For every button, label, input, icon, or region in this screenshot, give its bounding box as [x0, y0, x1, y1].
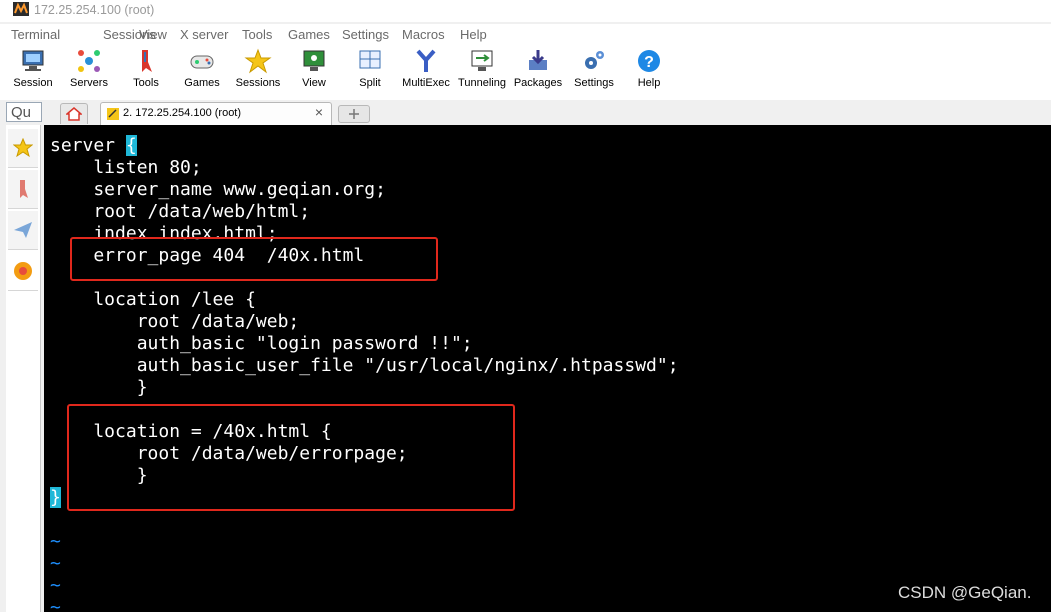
toolbar-help-button[interactable]: ? Help	[626, 48, 672, 89]
main-toolbar: Session Servers Tools Games Sessions Vie…	[0, 44, 1051, 100]
annotation-box-error-page	[70, 237, 438, 281]
toolbar-view-button[interactable]: View	[291, 48, 337, 89]
toolbar-multiexec-button[interactable]: MultiExec	[400, 48, 452, 89]
terminal-line: }	[50, 377, 148, 398]
home-icon	[66, 107, 82, 121]
sidebar-sessions-button[interactable]	[8, 129, 38, 168]
menu-bar: Terminal Sessions View X server Tools Ga…	[0, 24, 1051, 44]
star-icon	[13, 138, 33, 158]
terminal-line: root /data/web/html;	[50, 201, 311, 222]
left-sidebar	[6, 125, 41, 612]
empty-line-marker: ~	[50, 597, 61, 612]
terminal-output[interactable]: server { listen 80; server_name www.geqi…	[44, 125, 1051, 612]
toolbar-servers-button[interactable]: Servers	[66, 48, 112, 89]
terminal-line: server_name www.geqian.org;	[50, 179, 386, 200]
tab-strip: 2. 172.25.254.100 (root) ×	[0, 100, 1051, 125]
servers-icon	[78, 50, 100, 72]
empty-line-marker: ~	[50, 553, 61, 574]
gear-icon	[585, 51, 604, 69]
toolbar-games-button[interactable]: Games	[179, 48, 225, 89]
terminal-line: server {	[50, 135, 137, 156]
new-tab-button[interactable]	[338, 105, 370, 123]
svg-text:?: ?	[644, 54, 654, 71]
sidebar-tools-button[interactable]	[8, 170, 38, 209]
menu-games[interactable]: Games	[288, 27, 330, 42]
sidebar-sftp-button[interactable]	[8, 211, 38, 250]
quick-connect-input[interactable]: Qu	[6, 102, 42, 122]
toolbar-packages-button[interactable]: Packages	[512, 48, 564, 89]
toolbar-sessions-button[interactable]: Sessions	[235, 48, 281, 89]
terminal-line: auth_basic_user_file "/usr/local/nginx/.…	[50, 355, 679, 376]
paper-plane-icon	[14, 222, 32, 238]
tab-session-2[interactable]: 2. 172.25.254.100 (root) ×	[100, 102, 332, 125]
bracket-highlight: {	[125, 135, 137, 156]
terminal-line: location /lee {	[50, 289, 256, 310]
toolbar-tunneling-button[interactable]: Tunneling	[456, 48, 508, 89]
menu-settings[interactable]: Settings	[342, 27, 389, 42]
empty-line-marker: ~	[50, 575, 61, 596]
menu-macros[interactable]: Macros	[402, 27, 445, 42]
multiexec-icon	[416, 49, 436, 72]
star-icon	[244, 48, 272, 74]
terminal-line: root /data/web;	[50, 311, 300, 332]
annotation-box-location-block	[67, 404, 515, 511]
tunneling-icon	[471, 50, 493, 71]
menu-terminal[interactable]: Terminal	[11, 27, 60, 42]
home-tab[interactable]	[60, 103, 88, 124]
macro-icon	[14, 262, 32, 280]
close-icon[interactable]: ×	[315, 104, 323, 120]
plus-icon	[349, 109, 359, 119]
view-icon	[303, 50, 325, 71]
toolbar-settings-button[interactable]: Settings	[568, 48, 620, 89]
toolbar-tools-button[interactable]: Tools	[123, 48, 169, 89]
watermark: CSDN @GeQian.	[898, 583, 1032, 602]
title-bar: 172.25.254.100 (root)	[0, 0, 1051, 22]
toolbar-split-button[interactable]: Split	[347, 48, 393, 89]
tools-icon	[20, 180, 28, 198]
games-icon	[190, 55, 214, 69]
menu-xserver[interactable]: X server	[180, 27, 228, 42]
tab-label: 2. 172.25.254.100 (root)	[123, 107, 242, 119]
menu-tools[interactable]: Tools	[242, 27, 272, 42]
session-icon	[22, 50, 44, 71]
window-title: 172.25.254.100 (root)	[34, 3, 155, 17]
terminal-line: }	[50, 487, 61, 509]
terminal-line: auth_basic "login password !!";	[50, 333, 473, 354]
toolbar-session-button[interactable]: Session	[10, 48, 56, 89]
empty-line-marker: ~	[50, 531, 61, 552]
menu-view[interactable]: View	[139, 27, 167, 42]
split-icon	[359, 50, 381, 69]
terminal-line: listen 80;	[50, 157, 202, 178]
sidebar-macros-button[interactable]	[8, 252, 38, 291]
menu-help[interactable]: Help	[460, 27, 487, 42]
mobaxterm-logo-icon	[13, 2, 29, 16]
terminal-tab-icon	[107, 108, 119, 120]
help-icon: ?	[638, 50, 660, 72]
packages-icon	[529, 50, 547, 70]
tools-icon	[142, 50, 152, 72]
text-cursor: }	[50, 487, 61, 508]
